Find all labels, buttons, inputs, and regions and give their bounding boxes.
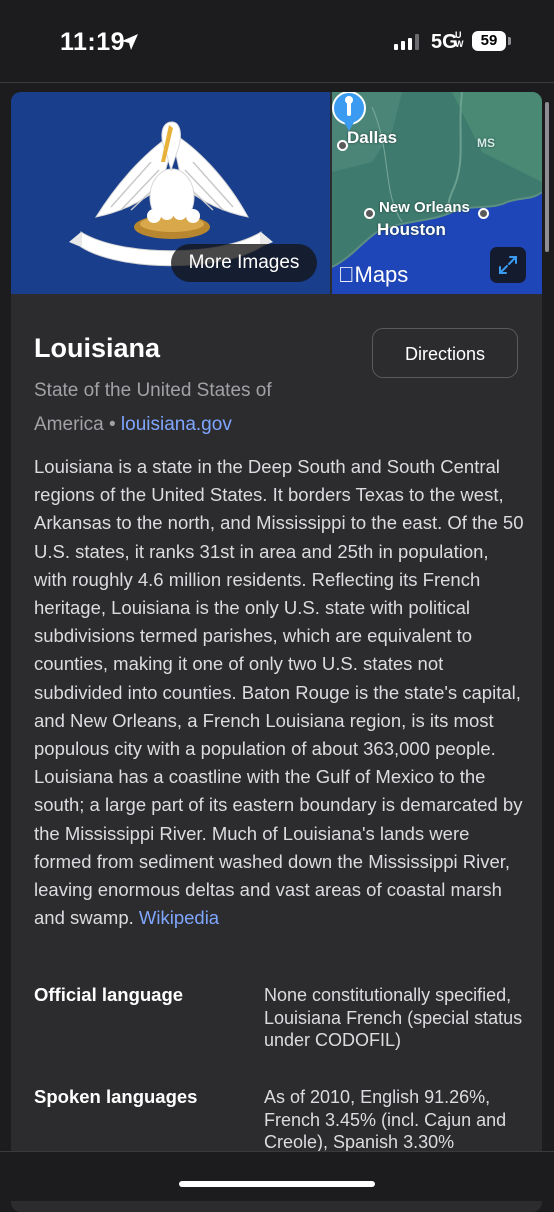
wikipedia-link[interactable]: Wikipedia: [139, 907, 219, 928]
network-sup: UW: [455, 30, 464, 49]
fact-value: As of 2010, English 91.26%, French 3.45%…: [264, 1087, 507, 1152]
new-orleans-dot-icon: [478, 208, 489, 219]
map-label-houston: Houston: [377, 220, 446, 239]
fact-label: Spoken languages: [34, 1086, 198, 1107]
description-text: Louisiana is a state in the Deep South a…: [34, 456, 524, 929]
map-label-ms: MS: [477, 136, 495, 150]
network-type: 5G: [431, 31, 458, 53]
map-thumbnail[interactable]: Dallas MS New Orleans Houston Maps: [332, 92, 542, 294]
facts-list: Official language None constitutionally …: [34, 984, 524, 1154]
status-bar: 11:19 5G UW 59: [0, 0, 554, 82]
bottom-bar: [0, 1151, 554, 1201]
battery-tip: [508, 37, 511, 45]
top-divider: [0, 82, 554, 83]
map-label-new-orleans: New Orleans: [379, 199, 470, 216]
status-time: 11:19: [60, 28, 126, 56]
maps-brand-label: Maps: [338, 262, 409, 287]
knowledge-card: More Images Dallas MS New Orleans Housto…: [11, 92, 542, 1212]
more-images-button[interactable]: More Images: [171, 244, 317, 282]
fact-row: Spoken languages As of 2010, English 91.…: [34, 1086, 524, 1154]
subtitle-separator: •: [103, 414, 121, 435]
apple-maps-logo: Maps: [338, 262, 408, 288]
subtitle-line2: America: [34, 414, 104, 435]
cellular-signal-icon: [394, 34, 419, 50]
houston-dot-icon: [364, 208, 375, 219]
expand-arrows-icon: [499, 256, 517, 274]
scrollbar[interactable]: [545, 102, 549, 252]
subtitle-line1: State of the United States of: [34, 380, 272, 401]
flag-image[interactable]: More Images: [11, 92, 330, 294]
apple-icon: : [338, 262, 355, 287]
location-arrow-icon: [122, 34, 138, 50]
fact-row: Official language None constitutionally …: [34, 984, 524, 1086]
fact-label: Official language: [34, 984, 184, 1005]
entity-subtitle: State of the United States of America • …: [34, 374, 334, 442]
website-link[interactable]: louisiana.gov: [121, 414, 232, 435]
battery-icon: 59: [472, 31, 506, 51]
expand-map-button[interactable]: [490, 247, 526, 283]
map-pin-icon: [332, 92, 366, 131]
fact-value: None constitutionally specified, Louisia…: [264, 985, 523, 1050]
media-strip: More Images Dallas MS New Orleans Housto…: [11, 92, 542, 294]
directions-button[interactable]: Directions: [372, 328, 518, 378]
home-indicator[interactable]: [179, 1181, 375, 1187]
description: Louisiana is a state in the Deep South a…: [34, 453, 524, 932]
entity-title: Louisiana: [34, 333, 161, 363]
